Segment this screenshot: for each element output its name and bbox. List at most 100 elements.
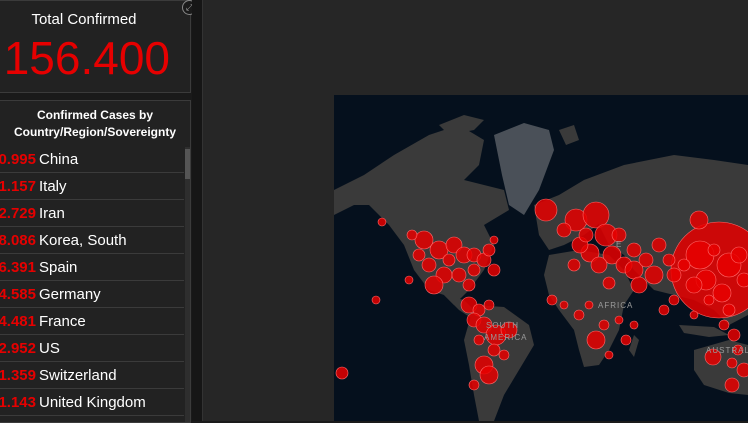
case-bubble[interactable] bbox=[604, 350, 614, 360]
case-bubble[interactable] bbox=[689, 210, 709, 230]
case-bubble[interactable] bbox=[658, 304, 670, 316]
case-bubble[interactable] bbox=[404, 275, 414, 285]
country-name: Switzerland bbox=[39, 367, 117, 384]
case-count: 80.995 bbox=[0, 151, 36, 168]
case-bubble[interactable] bbox=[559, 300, 569, 310]
case-bubble[interactable] bbox=[602, 276, 616, 290]
case-bubble[interactable] bbox=[685, 276, 703, 294]
list-scrollbar[interactable] bbox=[185, 147, 190, 422]
case-bubble[interactable] bbox=[584, 300, 594, 310]
case-bubble[interactable] bbox=[412, 248, 426, 262]
world-map[interactable]: E AFRICA SOUTH AMERICA AUSTRALIA bbox=[334, 95, 748, 421]
case-bubble[interactable] bbox=[462, 278, 476, 292]
country-name: US bbox=[39, 340, 60, 357]
case-count: 4.585 bbox=[0, 286, 36, 303]
case-bubble[interactable] bbox=[546, 294, 558, 306]
case-bubble[interactable] bbox=[727, 328, 741, 342]
case-bubble[interactable] bbox=[722, 303, 736, 317]
panel-gutter bbox=[192, 0, 202, 421]
list-item[interactable]: 2.952 US bbox=[0, 336, 184, 362]
case-bubble[interactable] bbox=[414, 230, 434, 250]
case-bubble[interactable] bbox=[662, 253, 676, 267]
case-bubble[interactable] bbox=[629, 320, 639, 330]
case-count: 21.157 bbox=[0, 178, 36, 195]
map-label-europe: E bbox=[616, 240, 622, 249]
country-name: Korea, South bbox=[39, 232, 127, 249]
country-list: 80.995China 21.157Italy 12.729Iran 8.086… bbox=[0, 147, 184, 417]
list-item[interactable]: 4.481 France bbox=[0, 309, 184, 335]
case-bubble[interactable] bbox=[736, 362, 748, 378]
case-bubble[interactable] bbox=[730, 246, 748, 264]
map-label-south: SOUTH bbox=[486, 321, 519, 330]
case-bubble[interactable] bbox=[468, 379, 480, 391]
case-bubble[interactable] bbox=[567, 258, 581, 272]
map-svg: E AFRICA SOUTH AMERICA AUSTRALIA bbox=[334, 115, 748, 421]
list-item[interactable]: 8.086 Korea, South bbox=[0, 228, 184, 254]
case-bubble[interactable] bbox=[482, 243, 496, 257]
map-label-australia: AUSTRALIA bbox=[706, 346, 748, 355]
case-bubble[interactable] bbox=[483, 299, 495, 311]
case-bubble[interactable] bbox=[626, 242, 642, 258]
list-item[interactable]: 80.995China bbox=[0, 147, 184, 173]
case-bubble[interactable] bbox=[377, 217, 387, 227]
case-bubble[interactable] bbox=[703, 294, 715, 306]
case-bubble[interactable] bbox=[371, 295, 381, 305]
case-bubble[interactable] bbox=[707, 243, 721, 257]
country-name: Germany bbox=[39, 286, 101, 303]
list-item[interactable]: 1.359 Switzerland bbox=[0, 363, 184, 389]
case-bubble[interactable] bbox=[726, 357, 738, 369]
case-bubble[interactable] bbox=[668, 294, 680, 306]
case-bubble[interactable] bbox=[620, 334, 632, 346]
cases-by-country-panel: Confirmed Cases by Country/Region/Sovere… bbox=[0, 100, 191, 423]
case-bubble[interactable] bbox=[598, 319, 610, 331]
north-america-shape bbox=[334, 125, 509, 305]
case-bubble[interactable] bbox=[467, 263, 481, 277]
case-count: 1.359 bbox=[0, 367, 36, 384]
case-bubble[interactable] bbox=[736, 272, 748, 288]
case-bubble[interactable] bbox=[487, 263, 501, 277]
case-bubble[interactable] bbox=[586, 330, 606, 350]
list-item[interactable]: 4.585 Germany bbox=[0, 282, 184, 308]
case-bubble[interactable] bbox=[590, 256, 608, 274]
list-item[interactable]: 1.143 United Kingdom bbox=[0, 390, 184, 416]
case-bubble[interactable] bbox=[712, 283, 732, 303]
arctic-islands-shape-2 bbox=[559, 125, 579, 145]
case-bubble[interactable] bbox=[718, 319, 730, 331]
case-bubble[interactable] bbox=[666, 267, 682, 283]
case-bubble[interactable] bbox=[677, 258, 691, 272]
case-bubble[interactable] bbox=[644, 265, 664, 285]
list-item[interactable]: 12.729Iran bbox=[0, 201, 184, 227]
case-bubble[interactable] bbox=[442, 253, 456, 267]
case-bubble[interactable] bbox=[630, 276, 648, 294]
case-bubble[interactable] bbox=[487, 343, 501, 357]
case-bubble[interactable] bbox=[689, 310, 699, 320]
case-count: 8.086 bbox=[0, 232, 36, 249]
list-item[interactable]: 21.157Italy bbox=[0, 174, 184, 200]
case-bubble[interactable] bbox=[573, 309, 585, 321]
case-bubble[interactable] bbox=[498, 349, 510, 361]
case-bubble[interactable] bbox=[479, 365, 499, 385]
country-name: France bbox=[39, 313, 86, 330]
case-bubble[interactable] bbox=[489, 235, 499, 245]
country-name: Spain bbox=[39, 259, 78, 276]
scroll-thumb[interactable] bbox=[185, 149, 190, 179]
case-bubble[interactable] bbox=[534, 198, 558, 222]
total-confirmed-value: 156.400 bbox=[3, 32, 170, 84]
case-bubble[interactable] bbox=[651, 237, 667, 253]
case-bubble[interactable] bbox=[406, 229, 418, 241]
case-bubble[interactable] bbox=[556, 222, 572, 238]
case-bubble[interactable] bbox=[578, 227, 594, 243]
case-bubble[interactable] bbox=[614, 315, 624, 325]
list-item[interactable]: 6.391 Spain bbox=[0, 255, 184, 281]
total-confirmed-title: Total Confirmed bbox=[31, 11, 137, 28]
case-bubble[interactable] bbox=[451, 267, 467, 283]
case-bubble[interactable] bbox=[638, 252, 654, 268]
case-bubble[interactable] bbox=[424, 275, 444, 295]
map-label-africa: AFRICA bbox=[598, 301, 633, 310]
case-bubble[interactable] bbox=[724, 377, 740, 393]
case-bubble[interactable] bbox=[421, 257, 437, 273]
case-bubble[interactable] bbox=[473, 334, 485, 346]
case-bubble[interactable] bbox=[335, 366, 349, 380]
country-name: China bbox=[39, 151, 79, 168]
map-label-america: AMERICA bbox=[484, 333, 527, 342]
